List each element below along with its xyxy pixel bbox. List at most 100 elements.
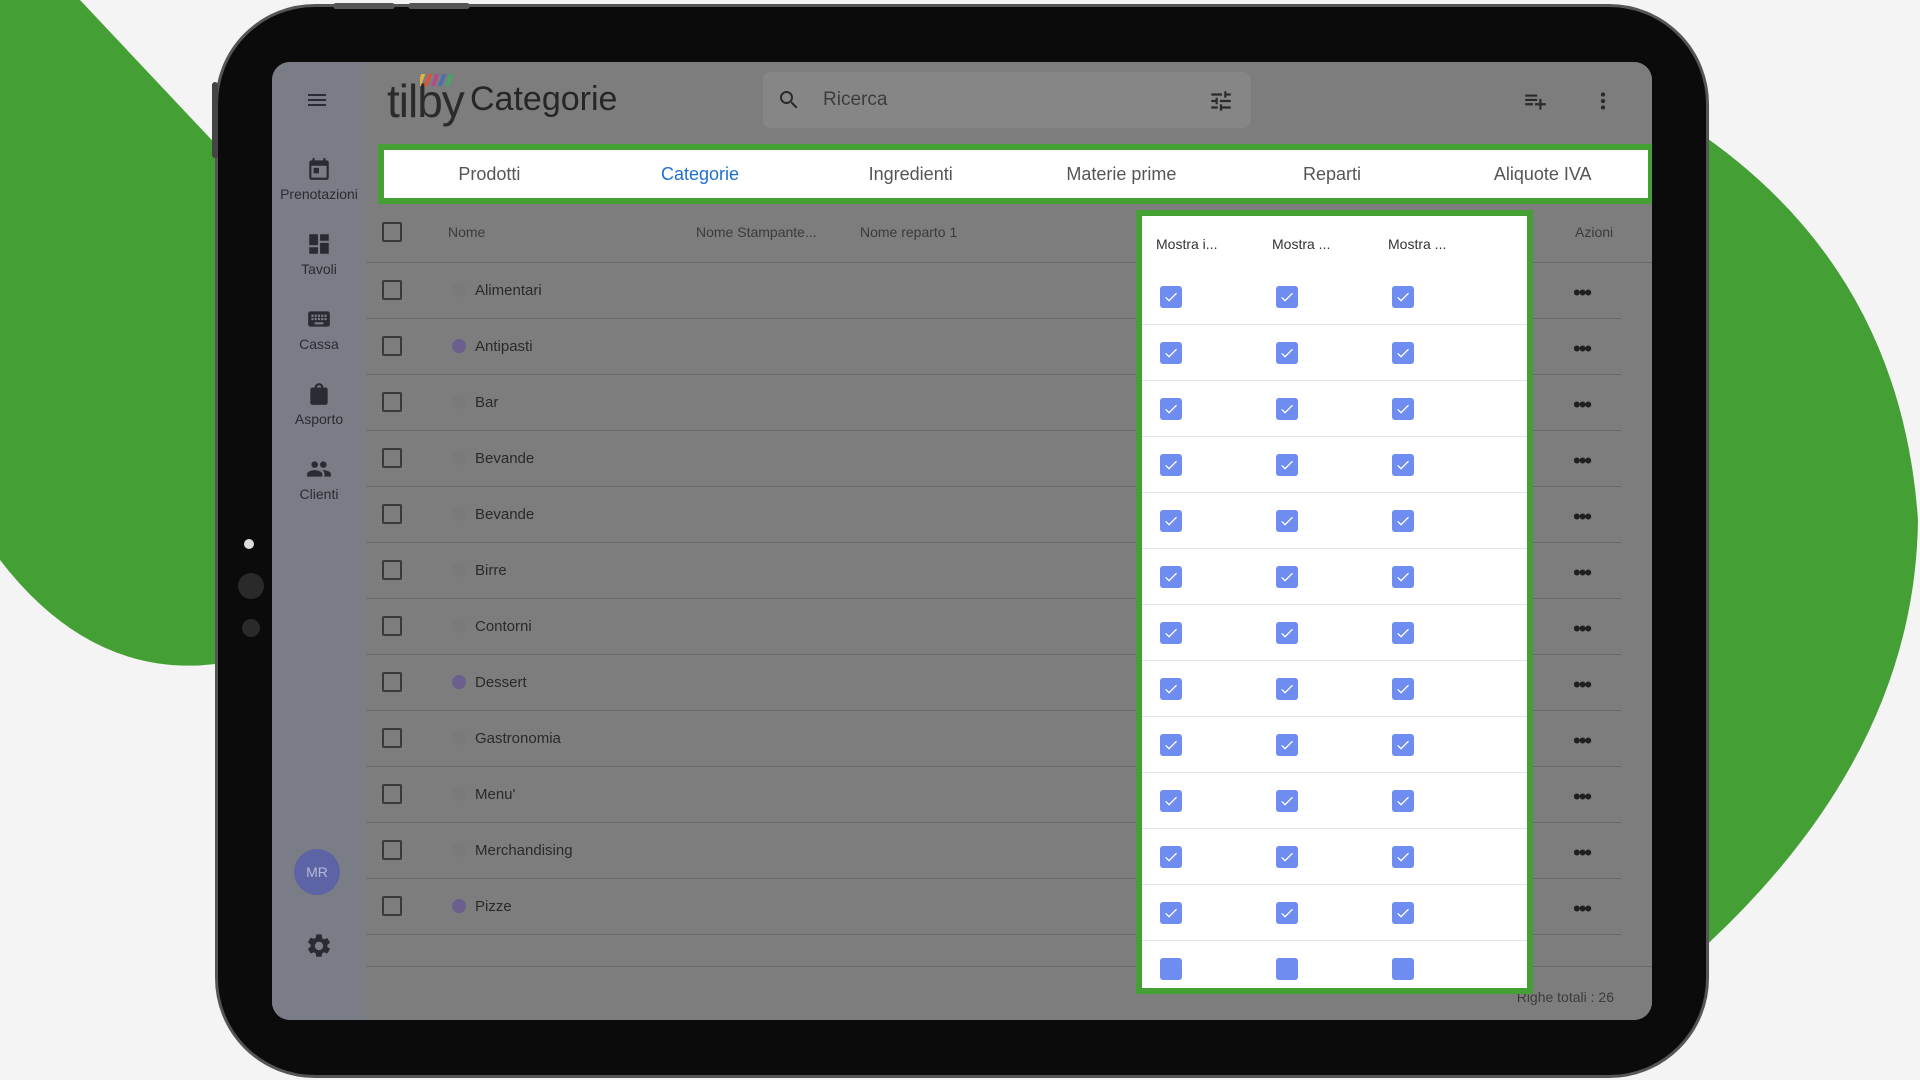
sidebar-item-asporto[interactable]: Asporto xyxy=(272,381,366,427)
visibility-checkbox[interactable] xyxy=(1160,902,1182,924)
column-header-stampante[interactable]: Nome Stampante... xyxy=(696,224,817,240)
visibility-checkbox[interactable] xyxy=(1160,398,1182,420)
filter-settings-icon[interactable] xyxy=(1208,88,1234,114)
sidebar-item-cassa[interactable]: Cassa xyxy=(272,306,366,352)
more-vert-icon[interactable] xyxy=(1590,88,1616,114)
row-checkbox[interactable] xyxy=(382,672,402,692)
playlist-add-icon[interactable] xyxy=(1522,88,1548,114)
category-color-dot xyxy=(452,899,466,913)
sidebar-item-prenotazioni[interactable]: Prenotazioni xyxy=(272,156,366,202)
tab-categorie[interactable]: Categorie xyxy=(595,150,806,198)
visibility-checkbox[interactable] xyxy=(1160,622,1182,644)
row-checkbox[interactable] xyxy=(382,560,402,580)
tab-reparti[interactable]: Reparti xyxy=(1227,150,1438,198)
tab-materie-prime[interactable]: Materie prime xyxy=(1016,150,1227,198)
column-header-mostra-1[interactable]: Mostra i... xyxy=(1156,236,1217,252)
row-actions-button[interactable]: ••• xyxy=(1573,336,1592,362)
row-checkbox[interactable] xyxy=(382,392,402,412)
visibility-checkbox[interactable] xyxy=(1392,566,1414,588)
visibility-checkbox[interactable] xyxy=(1276,566,1298,588)
column-header-nome[interactable]: Nome xyxy=(448,224,485,240)
row-actions-button[interactable]: ••• xyxy=(1573,896,1592,922)
sidebar-item-tavoli[interactable]: Tavoli xyxy=(272,231,366,277)
visibility-checkbox[interactable] xyxy=(1160,734,1182,756)
visibility-checkbox[interactable] xyxy=(1276,398,1298,420)
category-color-dot xyxy=(452,395,466,409)
visibility-checkbox[interactable] xyxy=(1392,958,1414,980)
row-actions-button[interactable]: ••• xyxy=(1573,672,1592,698)
visibility-checkbox[interactable] xyxy=(1160,454,1182,476)
category-color-dot xyxy=(452,283,466,297)
visibility-checkbox[interactable] xyxy=(1276,286,1298,308)
column-header-reparto[interactable]: Nome reparto 1 xyxy=(860,224,957,240)
visibility-checkbox[interactable] xyxy=(1276,902,1298,924)
search-input[interactable]: Ricerca xyxy=(823,89,887,111)
visibility-checkbox[interactable] xyxy=(1160,958,1182,980)
visibility-checkbox[interactable] xyxy=(1392,790,1414,812)
row-actions-button[interactable]: ••• xyxy=(1573,840,1592,866)
visibility-checkbox[interactable] xyxy=(1276,454,1298,476)
avatar-initials: MR xyxy=(306,864,328,880)
row-checkbox[interactable] xyxy=(382,728,402,748)
visibility-checkbox[interactable] xyxy=(1392,846,1414,868)
select-all-checkbox[interactable] xyxy=(382,222,402,242)
visibility-checkbox[interactable] xyxy=(1392,902,1414,924)
category-name: Contorni xyxy=(475,618,532,635)
tab-prodotti[interactable]: Prodotti xyxy=(384,150,595,198)
row-actions-button[interactable]: ••• xyxy=(1573,392,1592,418)
tab-ingredienti[interactable]: Ingredienti xyxy=(805,150,1016,198)
visibility-checkbox[interactable] xyxy=(1160,286,1182,308)
visibility-checkbox[interactable] xyxy=(1160,510,1182,532)
sidebar-item-label: Asporto xyxy=(294,411,344,427)
column-header-mostra-2[interactable]: Mostra ... xyxy=(1272,236,1330,252)
row-checkbox[interactable] xyxy=(382,504,402,524)
row-actions-button[interactable]: ••• xyxy=(1573,560,1592,586)
row-checkbox[interactable] xyxy=(382,448,402,468)
visibility-checkbox[interactable] xyxy=(1392,734,1414,756)
visibility-checkbox[interactable] xyxy=(1392,342,1414,364)
row-checkbox[interactable] xyxy=(382,896,402,916)
visibility-checkbox[interactable] xyxy=(1160,566,1182,588)
avatar[interactable]: MR xyxy=(294,849,340,895)
visibility-checkbox[interactable] xyxy=(1276,510,1298,532)
visibility-checkbox[interactable] xyxy=(1392,622,1414,644)
visibility-checkbox[interactable] xyxy=(1392,286,1414,308)
visibility-checkbox[interactable] xyxy=(1392,454,1414,476)
visibility-checkbox[interactable] xyxy=(1160,846,1182,868)
visibility-checkbox[interactable] xyxy=(1160,342,1182,364)
row-actions-button[interactable]: ••• xyxy=(1573,728,1592,754)
category-name: Pizze xyxy=(475,898,512,915)
tablet-sensor xyxy=(238,573,264,599)
row-checkbox[interactable] xyxy=(382,616,402,636)
hamburger-menu-icon[interactable] xyxy=(305,88,329,112)
visibility-checkbox[interactable] xyxy=(1392,398,1414,420)
highlighted-row xyxy=(1142,492,1527,549)
visibility-checkbox[interactable] xyxy=(1276,622,1298,644)
category-name: Gastronomia xyxy=(475,730,561,747)
row-checkbox[interactable] xyxy=(382,280,402,300)
people-icon xyxy=(307,461,331,477)
row-actions-button[interactable]: ••• xyxy=(1573,616,1592,642)
row-actions-button[interactable]: ••• xyxy=(1573,504,1592,530)
row-checkbox[interactable] xyxy=(382,840,402,860)
visibility-checkbox[interactable] xyxy=(1276,846,1298,868)
row-actions-button[interactable]: ••• xyxy=(1573,448,1592,474)
visibility-checkbox[interactable] xyxy=(1276,734,1298,756)
tab-aliquote-iva[interactable]: Aliquote IVA xyxy=(1437,150,1648,198)
gear-icon[interactable] xyxy=(305,932,333,960)
row-checkbox[interactable] xyxy=(382,336,402,356)
row-actions-button[interactable]: ••• xyxy=(1573,784,1592,810)
visibility-checkbox[interactable] xyxy=(1276,958,1298,980)
column-header-mostra-3[interactable]: Mostra ... xyxy=(1388,236,1446,252)
visibility-checkbox[interactable] xyxy=(1160,678,1182,700)
visibility-checkbox[interactable] xyxy=(1276,342,1298,364)
visibility-checkbox[interactable] xyxy=(1276,678,1298,700)
sidebar-item-clienti[interactable]: Clienti xyxy=(272,456,366,502)
visibility-checkbox[interactable] xyxy=(1276,790,1298,812)
visibility-checkbox[interactable] xyxy=(1160,790,1182,812)
row-checkbox[interactable] xyxy=(382,784,402,804)
row-actions-button[interactable]: ••• xyxy=(1573,280,1592,306)
visibility-checkbox[interactable] xyxy=(1392,678,1414,700)
search-bar[interactable]: Ricerca xyxy=(763,72,1251,128)
visibility-checkbox[interactable] xyxy=(1392,510,1414,532)
